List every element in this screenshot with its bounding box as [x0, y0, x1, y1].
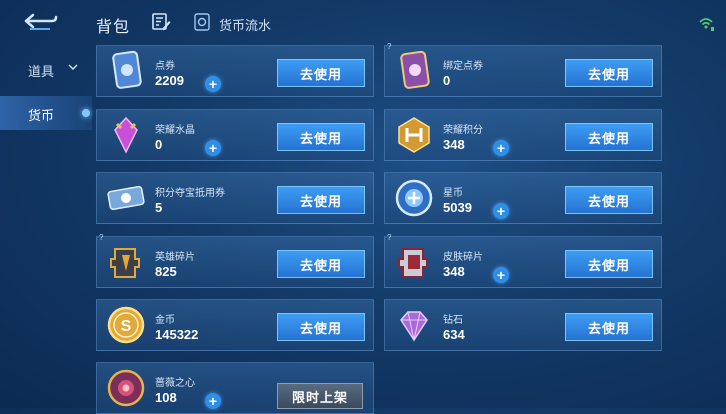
currency-flow-link[interactable]: 货币流水 — [219, 15, 271, 34]
chevron-down-icon — [68, 64, 78, 71]
add-icon[interactable]: + — [205, 393, 221, 409]
currency-card-bound-coupon: ? 绑定点券 0 去使用 — [384, 42, 662, 97]
rose-heart-icon — [107, 369, 145, 407]
glory-points-icon — [398, 117, 430, 153]
currency-card-skin-fragment: ? 皮肤碎片 348 + 去使用 — [384, 233, 662, 288]
star-coin-icon — [395, 179, 433, 217]
add-icon[interactable]: + — [205, 76, 221, 92]
edit-list-icon[interactable] — [151, 12, 171, 32]
sidebar-item-label: 货币 — [28, 108, 55, 123]
currency-name: 皮肤碎片 — [443, 252, 483, 263]
glory-crystal-icon — [114, 116, 138, 154]
gold-coin-icon: S — [107, 306, 145, 344]
sidebar: 道具 货币 — [0, 44, 92, 408]
active-indicator-dot — [82, 109, 90, 117]
use-button[interactable]: 去使用 — [565, 313, 653, 341]
coupon-ticket-icon — [112, 50, 142, 89]
currency-amount: 634 — [443, 327, 465, 342]
currency-card-rose-heart: 蔷薇之心 108 + 限时上架 — [96, 362, 374, 414]
use-button[interactable]: 去使用 — [565, 250, 653, 278]
currency-card-gold: S 金币 145322 去使用 — [96, 299, 374, 351]
currency-card-star-coin: 星币 5039 + 去使用 — [384, 172, 662, 224]
sidebar-item-label: 道具 — [28, 64, 55, 79]
use-button[interactable]: 去使用 — [277, 250, 365, 278]
top-bar: 背包 货币流水 — [0, 0, 726, 44]
currency-card-hero-fragment: ? 英雄碎片 825 去使用 — [96, 233, 374, 288]
currency-amount: 348 — [443, 137, 465, 152]
use-button[interactable]: 去使用 — [565, 123, 653, 151]
currency-card-diamond: 钻石 634 去使用 — [384, 299, 662, 351]
use-button[interactable]: 去使用 — [277, 186, 365, 214]
wifi-signal-icon — [699, 18, 714, 31]
currency-name: 蔷薇之心 — [155, 378, 195, 389]
bound-coupon-ticket-icon — [400, 50, 430, 89]
currency-amount: 0 — [443, 73, 451, 88]
sidebar-item-items[interactable]: 道具 — [0, 52, 92, 86]
currency-name: 积分夺宝抵用券 — [155, 188, 225, 199]
currency-amount: 2209 — [155, 73, 184, 88]
currency-name: 荣耀积分 — [443, 125, 483, 136]
add-icon[interactable]: + — [205, 140, 221, 156]
currency-name: 点券 — [155, 61, 175, 72]
skin-fragment-icon — [398, 248, 428, 278]
limited-time-button[interactable]: 限时上架 — [277, 383, 363, 409]
currency-name: 钻石 — [443, 315, 463, 326]
use-button[interactable]: 去使用 — [277, 313, 365, 341]
currency-card-glory-crystal: 荣耀水晶 0 + 去使用 — [96, 109, 374, 161]
hero-fragment-icon — [110, 248, 140, 278]
currency-amount: 348 — [443, 264, 465, 279]
use-button[interactable]: 去使用 — [277, 123, 365, 151]
currency-name: 星币 — [443, 188, 463, 199]
currency-name: 金币 — [155, 315, 175, 326]
svg-text:S: S — [121, 318, 132, 335]
currency-flow-icon[interactable] — [194, 13, 210, 31]
use-button[interactable]: 去使用 — [565, 59, 653, 87]
add-icon[interactable]: + — [493, 203, 509, 219]
currency-amount: 825 — [155, 264, 177, 279]
currency-amount: 0 — [155, 137, 163, 152]
currency-name: 英雄碎片 — [155, 252, 195, 263]
currency-card-glory-points: 荣耀积分 348 + 去使用 — [384, 109, 662, 161]
add-icon[interactable]: + — [493, 140, 509, 156]
currency-card-coupon: 点券 2209 + 去使用 — [96, 45, 374, 97]
currency-amount: 108 — [155, 390, 177, 405]
currency-name: 绑定点券 — [443, 61, 483, 72]
page-title: 背包 — [96, 19, 131, 36]
lottery-voucher-icon — [107, 185, 145, 211]
currency-card-lottery-voucher: 积分夺宝抵用券 5 去使用 — [96, 172, 374, 224]
add-icon[interactable]: + — [493, 267, 509, 283]
sidebar-item-currency[interactable]: 货币 — [0, 96, 92, 130]
currency-amount: 145322 — [155, 327, 199, 342]
currency-name: 荣耀水晶 — [155, 125, 195, 136]
diamond-icon — [400, 311, 428, 342]
back-arrow-icon[interactable] — [22, 10, 58, 32]
currency-amount: 5039 — [443, 200, 472, 215]
use-button[interactable]: 去使用 — [277, 59, 365, 87]
use-button[interactable]: 去使用 — [565, 186, 653, 214]
currency-amount: 5 — [155, 200, 163, 215]
